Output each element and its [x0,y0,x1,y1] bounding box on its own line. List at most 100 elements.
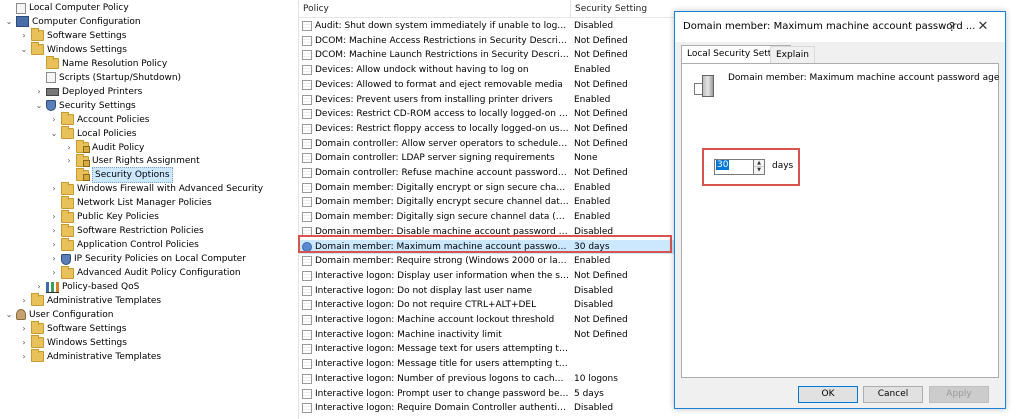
spin-up-icon[interactable]: ▲ [754,160,764,167]
table-row[interactable]: Interactive logon: Machine account locko… [299,313,674,328]
tree-item[interactable]: › Software Settings [19,321,126,336]
policy-name: Interactive logon: Number of previous lo… [315,373,569,384]
tree-item[interactable]: ⌄ User Configuration [4,308,113,322]
tree-item[interactable]: › Administrative Templates [19,293,161,308]
tree-item[interactable]: Scripts (Startup/Shutdown) [34,71,181,85]
policy-icon [302,35,312,46]
expand-icon[interactable]: › [49,266,59,280]
policy-icon [302,138,312,149]
tab-panel: Domain member: Maximum machine account p… [681,63,999,378]
tree-item[interactable]: › User Rights Assignment [64,153,200,168]
tree-item[interactable]: Security Options [64,167,173,184]
table-row[interactable]: Devices: Allow undock without having to … [299,63,674,78]
dialog-titlebar[interactable]: Domain member: Maximum machine account p… [675,12,1005,42]
tree-item[interactable]: › Public Key Policies [49,209,159,224]
ok-button[interactable]: OK [798,386,858,403]
expand-icon[interactable]: › [49,210,59,224]
table-row[interactable]: Interactive logon: Display user informat… [299,269,674,284]
tree-item[interactable]: › Windows Settings [19,335,127,350]
apply-button[interactable]: Apply [929,386,989,403]
tree-item[interactable]: ⌄ Local Policies [49,126,136,141]
table-row[interactable]: DCOM: Machine Launch Restrictions in Sec… [299,48,674,63]
policy-icon [302,344,312,355]
tree-item[interactable]: › Application Control Policies [49,237,199,252]
close-icon[interactable]: ✕ [971,18,995,36]
tree-item[interactable]: › Software Restriction Policies [49,223,204,238]
tree-item[interactable]: › Software Settings [19,28,126,43]
expand-icon[interactable]: › [19,322,29,336]
expand-icon[interactable]: › [64,141,74,155]
table-row[interactable]: Domain controller: Allow server operator… [299,137,674,152]
expand-icon[interactable]: › [19,29,29,43]
tree-item[interactable]: › Administrative Templates [19,349,161,364]
tree-item[interactable]: › Audit Policy [64,140,144,155]
table-row[interactable]: Domain member: Digitally encrypt or sign… [299,181,674,196]
table-row[interactable]: Interactive logon: Do not display last u… [299,284,674,299]
expand-icon[interactable]: › [49,113,59,127]
password-age-input[interactable]: 30 [714,159,754,175]
policy-name: Interactive logon: Message title for use… [315,359,569,370]
table-row[interactable]: Interactive logon: Do not require CTRL+A… [299,298,674,313]
policy-icon [302,94,312,105]
tree-item[interactable]: › IP Security Policies on Local Computer [49,252,246,266]
expand-icon[interactable]: › [19,336,29,350]
table-row[interactable]: Interactive logon: Require Domain Contro… [299,401,674,416]
table-row[interactable]: Interactive logon: Number of previous lo… [299,372,674,387]
list-header: Policy ^ Security Setting [299,0,674,18]
table-row[interactable]: Interactive logon: Message text for user… [299,342,674,357]
cancel-button[interactable]: Cancel [863,386,923,403]
expand-icon[interactable]: › [34,85,44,99]
collapse-icon[interactable]: ⌄ [34,99,44,113]
tree-item[interactable]: › Policy-based QoS [34,280,139,294]
tab-explain[interactable]: Explain [770,46,815,63]
table-row[interactable]: Devices: Allowed to format and eject rem… [299,78,674,93]
expand-icon[interactable]: › [19,294,29,308]
tree-item-label: User Rights Assignment [92,156,200,167]
table-row[interactable]: Interactive logon: Prompt user to change… [299,387,674,402]
table-row[interactable]: Interactive logon: Message title for use… [299,357,674,372]
collapse-icon[interactable]: ⌄ [4,15,14,29]
tree-item[interactable]: › Deployed Printers [34,85,142,99]
tree-item[interactable]: Name Resolution Policy [34,56,167,71]
tree-item[interactable]: › Windows Firewall with Advanced Security [49,181,263,196]
spin-down-icon[interactable]: ▼ [754,167,764,174]
expand-icon[interactable]: › [64,154,74,168]
tree-item[interactable]: Network List Manager Policies [49,195,212,210]
help-icon[interactable]: ? [943,18,961,36]
collapse-icon[interactable]: ⌄ [19,43,29,57]
table-row[interactable]: Domain member: Digitally encrypt secure … [299,195,674,210]
tree-item[interactable]: ⌄ Windows Settings [19,42,127,57]
table-row[interactable]: Devices: Prevent users from installing p… [299,93,674,108]
policy-name: Domain member: Digitally sign secure cha… [315,212,569,223]
table-row[interactable]: Domain controller: Refuse machine accoun… [299,166,674,181]
table-row[interactable]: Domain controller: LDAP server signing r… [299,151,674,166]
expand-icon[interactable]: › [34,280,44,294]
table-row[interactable]: Interactive logon: Machine inactivity li… [299,328,674,343]
tree-item[interactable]: › Account Policies [49,112,150,127]
value-spinner[interactable]: ▲ ▼ [754,159,765,175]
expand-icon[interactable]: › [19,350,29,364]
table-row[interactable]: DCOM: Machine Access Restrictions in Sec… [299,34,674,49]
table-row[interactable]: Domain member: Require strong (Windows 2… [299,254,674,269]
tree-item[interactable]: ⌄ Computer Configuration [4,15,141,29]
collapse-icon[interactable]: ⌄ [4,308,14,322]
tree-item[interactable]: ⌄ Security Settings [34,99,136,113]
policy-setting: Disabled [574,285,614,296]
folder-icon [31,293,44,307]
expand-icon[interactable]: › [49,182,59,196]
policy-icon [302,373,312,384]
tree-item[interactable]: Local Computer Policy [4,1,129,15]
tree-item[interactable]: › Advanced Audit Policy Configuration [49,265,241,280]
selected-row-highlight [298,235,672,253]
table-row[interactable]: Devices: Restrict CD-ROM access to local… [299,107,674,122]
table-row[interactable]: Audit: Shut down system immediately if u… [299,19,674,34]
collapse-icon[interactable]: ⌄ [49,127,59,141]
table-row[interactable]: Devices: Restrict floppy access to local… [299,122,674,137]
column-header-security-setting[interactable]: Security Setting [571,0,674,18]
policy-setting: Enabled [574,65,611,76]
table-row[interactable]: Domain member: Digitally sign secure cha… [299,210,674,225]
expand-icon[interactable]: › [49,238,59,252]
tree-item-label: Network List Manager Policies [77,198,212,209]
expand-icon[interactable]: › [49,224,59,238]
expand-icon[interactable]: › [49,252,59,266]
